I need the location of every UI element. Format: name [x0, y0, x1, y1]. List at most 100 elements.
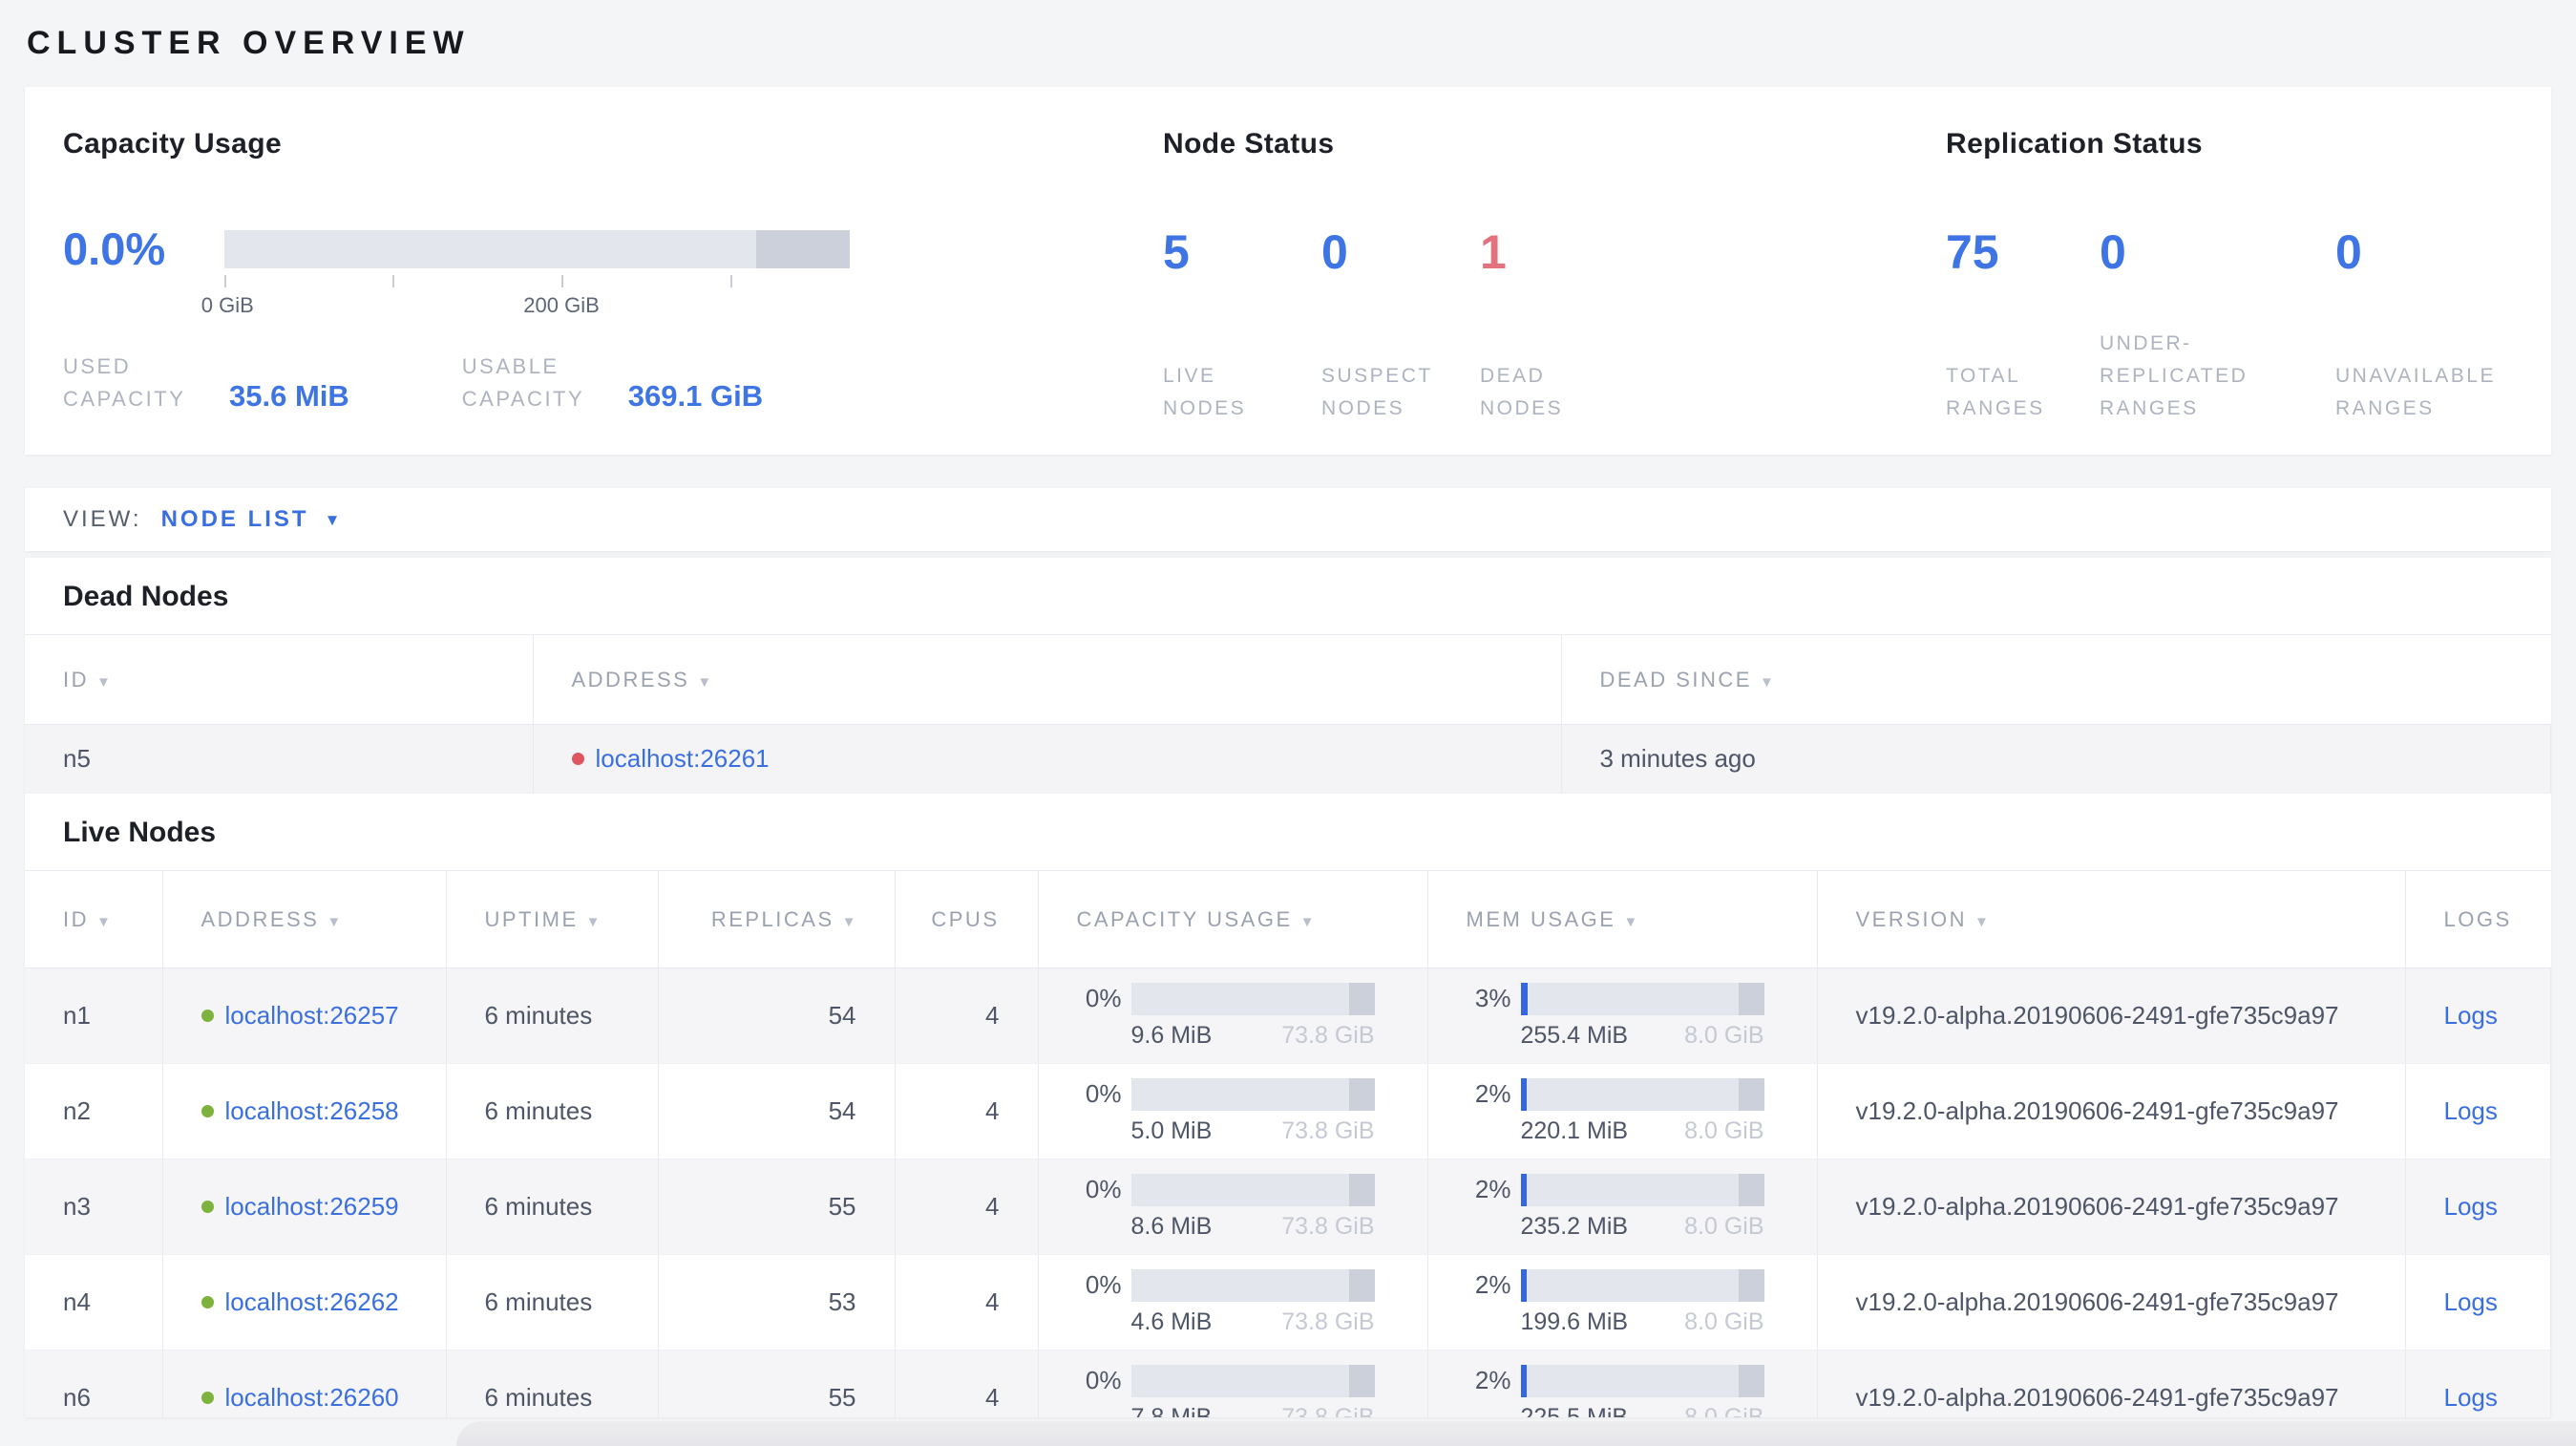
address-link[interactable]: localhost:26262	[225, 1287, 399, 1317]
total-ranges-count: 75	[1946, 225, 1999, 279]
sort-desc-icon: ▼	[1623, 913, 1638, 930]
cell-uptime: 6 minutes	[446, 1159, 659, 1255]
usable-capacity-label: USABLE CAPACITY	[461, 354, 585, 411]
view-dropdown[interactable]: NODE LIST ▼	[161, 506, 341, 533]
live-node-row: n1 localhost:26257 6 minutes 54 4 0% 9.6	[25, 968, 2551, 1064]
replication-status-title: Replication Status	[1946, 128, 2203, 159]
sort-desc-icon: ▼	[1299, 913, 1315, 930]
address-link[interactable]: localhost:26260	[225, 1383, 399, 1413]
logs-link[interactable]: Logs	[2444, 1001, 2498, 1030]
logs-link[interactable]: Logs	[2444, 1096, 2498, 1125]
mem-bar-reserved-segment	[1738, 1077, 1764, 1111]
capacity-used: 4.6 MiB	[1130, 1308, 1213, 1335]
logs-link[interactable]: Logs	[2444, 1287, 2498, 1316]
capacity-used: 9.6 MiB	[1130, 1021, 1213, 1049]
live-col-header-id[interactable]: ID ▼	[25, 870, 163, 968]
capacity-percent: 0%	[1085, 1079, 1122, 1108]
capacity-total: 73.8 GiB	[1281, 1403, 1375, 1418]
total-ranges-stat: 75 TOTAL RANGES	[1946, 228, 2100, 425]
used-capacity-value: 35.6 MiB	[229, 379, 349, 413]
dead-nodes-table: ID ▼ ADDRESS ▼ DEAD SINCE ▼ n5 localhost:26…	[25, 634, 2551, 794]
mem-bar-fill	[1520, 1268, 1527, 1302]
live-status-dot-icon	[201, 1201, 214, 1213]
dead-col-header-dead-since[interactable]: DEAD SINCE ▼	[1561, 634, 2551, 725]
address-link[interactable]: localhost:26259	[225, 1192, 399, 1222]
mem-bar-fill	[1520, 982, 1529, 1015]
sort-desc-icon: ▼	[327, 913, 342, 930]
live-status-dot-icon	[201, 1010, 214, 1022]
capacity-percent: 0%	[1085, 1270, 1122, 1299]
cell-uptime: 6 minutes	[446, 1254, 659, 1350]
view-bar: VIEW: NODE LIST ▼	[25, 488, 2551, 551]
page-title: CLUSTER OVERVIEW	[27, 25, 471, 61]
capacity-axis: 0 GiB 200 GiB	[201, 268, 850, 317]
cell-id: n1	[25, 968, 163, 1064]
live-node-row: n3 localhost:26259 6 minutes 55 4 0% 8.6	[25, 1159, 2551, 1255]
live-node-row: n4 localhost:26262 6 minutes 53 4 0% 4.6	[25, 1254, 2551, 1350]
mem-percent: 3%	[1474, 984, 1511, 1012]
live-nodes-stat: 5 LIVE NODES	[1163, 228, 1321, 425]
logs-link[interactable]: Logs	[2444, 1383, 2498, 1412]
capacity-bar-reserved-segment	[755, 230, 850, 268]
dead-address-link[interactable]: localhost:26261	[596, 744, 770, 774]
mem-bar-fill	[1520, 1173, 1527, 1206]
capacity-bar	[1130, 1173, 1375, 1206]
dead-nodes-stat: 1 DEAD NODES	[1480, 228, 1609, 425]
dead-cell-id: n5	[25, 724, 534, 794]
address-link[interactable]: localhost:26257	[225, 1001, 399, 1031]
mem-percent: 2%	[1474, 1079, 1511, 1108]
capacity-percent: 0%	[1085, 984, 1122, 1012]
mem-bar	[1520, 1268, 1764, 1302]
capacity-bar	[1130, 1364, 1375, 1397]
mem-usage-cell: 3% 255.4 MiB 8.0 GiB	[1428, 982, 1817, 1050]
dead-nodes-count: 1	[1480, 225, 1507, 279]
cell-cpus: 4	[895, 1350, 1039, 1417]
cell-version: v19.2.0-alpha.20190606-2491-gfe735c9a97	[1817, 1159, 2406, 1255]
capacity-total: 73.8 GiB	[1281, 1212, 1375, 1240]
mem-used: 235.2 MiB	[1520, 1212, 1629, 1240]
cell-version: v19.2.0-alpha.20190606-2491-gfe735c9a97	[1817, 1063, 2406, 1159]
mem-used: 255.4 MiB	[1520, 1021, 1629, 1049]
cell-version: v19.2.0-alpha.20190606-2491-gfe735c9a97	[1817, 1350, 2406, 1417]
live-col-header-uptime[interactable]: UPTIME ▼	[446, 870, 659, 968]
mem-bar	[1520, 1077, 1764, 1111]
cell-id: n4	[25, 1254, 163, 1350]
capacity-bar-reserved-segment	[1348, 1077, 1375, 1111]
capacity-total: 73.8 GiB	[1281, 1308, 1375, 1335]
mem-used: 199.6 MiB	[1520, 1308, 1629, 1335]
mem-bar	[1520, 1364, 1764, 1397]
cell-id: n6	[25, 1350, 163, 1417]
capacity-usage-cell: 0% 9.6 MiB 73.8 GiB	[1039, 982, 1427, 1050]
view-selected-value[interactable]: NODE LIST	[161, 506, 309, 533]
capacity-usage-title: Capacity Usage	[63, 128, 283, 159]
capacity-bar-reserved-segment	[1348, 1364, 1375, 1397]
sort-desc-icon: ▼	[1759, 673, 1774, 691]
unavailable-ranges-label: UNAVAILABLE RANGES	[2335, 365, 2496, 419]
live-col-header-version[interactable]: VERSION ▼	[1817, 870, 2406, 968]
live-nodes-heading: Live Nodes	[63, 817, 217, 848]
capacity-usage-bar	[224, 230, 850, 268]
live-col-header-replicas[interactable]: REPLICAS ▼	[658, 870, 896, 968]
total-ranges-label: TOTAL RANGES	[1946, 365, 2045, 419]
usable-capacity-value: 369.1 GiB	[627, 379, 764, 413]
chevron-down-icon[interactable]: ▼	[325, 512, 341, 528]
live-status-dot-icon	[201, 1105, 214, 1117]
live-col-header-mem-usage[interactable]: MEM USAGE ▼	[1427, 870, 1818, 968]
live-nodes-count: 5	[1163, 225, 1190, 279]
dead-col-header-id[interactable]: ID ▼	[25, 634, 534, 725]
bottom-shadow	[456, 1421, 2576, 1446]
axis-tick-label: 0 GiB	[201, 293, 254, 317]
axis-tick	[224, 275, 226, 287]
dead-nodes-label: DEAD NODES	[1480, 365, 1564, 419]
mem-bar-fill	[1520, 1077, 1527, 1111]
logs-link[interactable]: Logs	[2444, 1192, 2498, 1221]
usable-capacity-stat: USABLE CAPACITY 369.1 GiB	[462, 351, 763, 415]
capacity-total: 73.8 GiB	[1281, 1116, 1375, 1144]
live-col-header-capacity-usage[interactable]: CAPACITY USAGE ▼	[1038, 870, 1428, 968]
live-status-dot-icon	[201, 1296, 214, 1308]
address-link[interactable]: localhost:26258	[225, 1096, 399, 1126]
dead-cell-dead-since: 3 minutes ago	[1561, 724, 2551, 794]
live-col-header-address[interactable]: ADDRESS ▼	[162, 870, 447, 968]
dead-col-header-address[interactable]: ADDRESS ▼	[533, 634, 1562, 725]
axis-tick-label: 200 GiB	[523, 293, 600, 317]
